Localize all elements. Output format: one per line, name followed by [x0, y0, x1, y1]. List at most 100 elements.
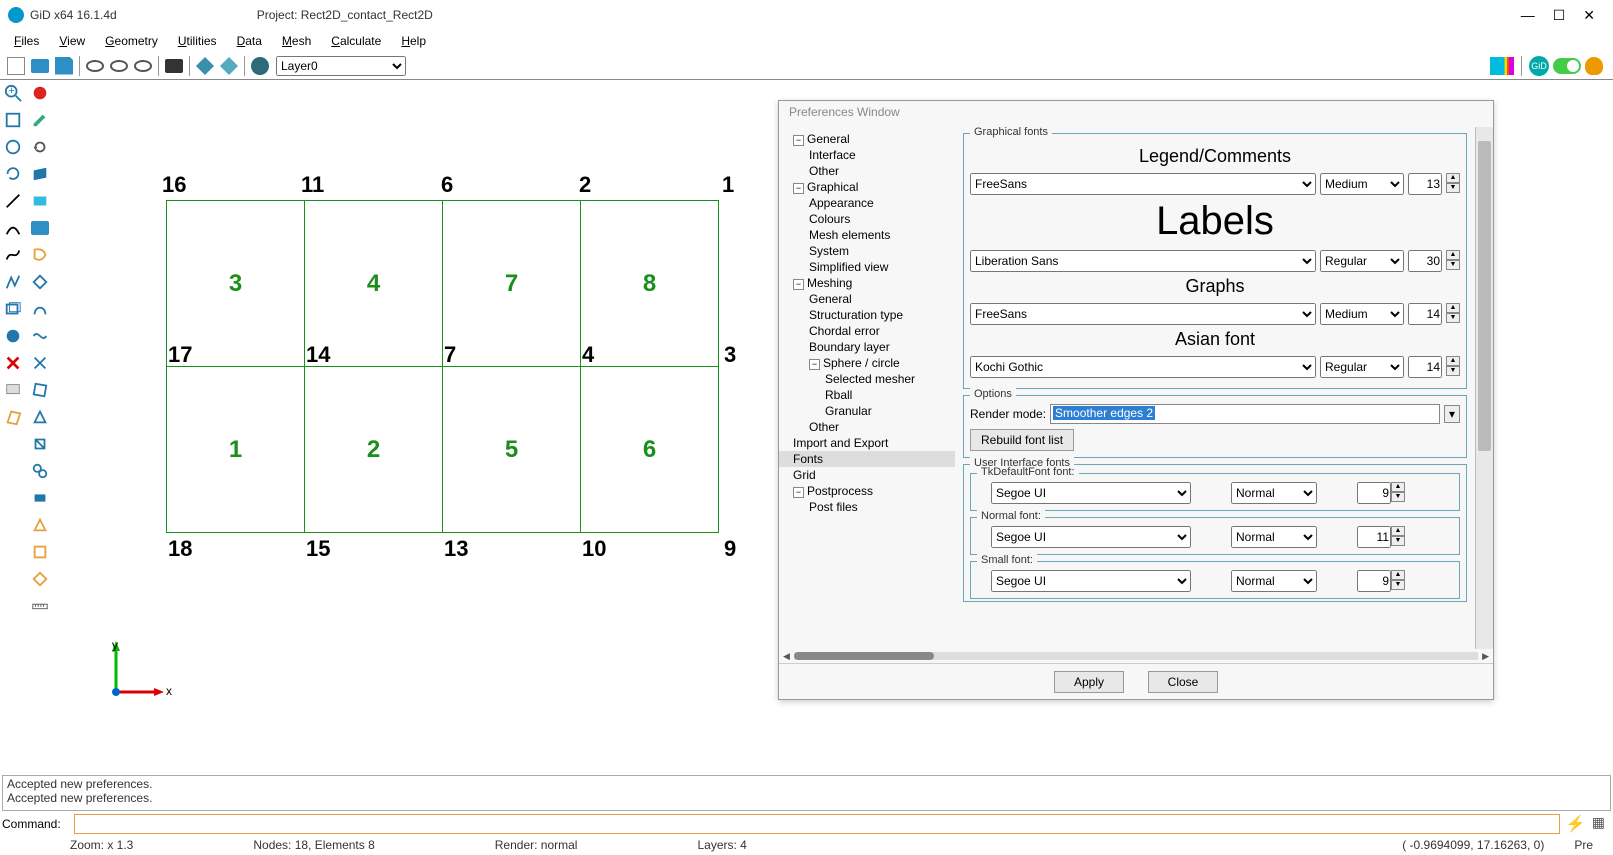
delete-icon[interactable] [1, 350, 25, 376]
close-button[interactable]: Close [1148, 671, 1218, 693]
spin-up[interactable]: ▲ [1446, 356, 1460, 366]
shape8-icon[interactable] [28, 431, 52, 457]
refresh-icon[interactable] [28, 134, 52, 160]
scroll-left-icon[interactable]: ◀ [783, 651, 790, 662]
tree-m-general[interactable]: General [779, 291, 955, 307]
record-icon[interactable] [28, 80, 52, 106]
message-log[interactable]: Accepted new preferences. Accepted new p… [2, 775, 1611, 811]
mode-toggle[interactable] [1553, 58, 1581, 74]
redo-icon[interactable] [1, 161, 25, 187]
box-icon[interactable] [1, 296, 25, 322]
menu-view[interactable]: View [51, 32, 93, 50]
small-size-input[interactable] [1357, 570, 1391, 592]
spin-down[interactable]: ▼ [1391, 492, 1405, 502]
prefs-hscrollbar[interactable]: ◀ ▶ [779, 649, 1493, 663]
zoom-in-icon[interactable]: + [1, 80, 25, 106]
tree-mesh-elements[interactable]: Mesh elements [779, 227, 955, 243]
open-file-button[interactable] [28, 54, 52, 78]
select-rect-icon[interactable] [1, 107, 25, 133]
grid-icon[interactable]: ▦ [1592, 814, 1605, 834]
graphs-weight-select[interactable]: Medium [1320, 303, 1404, 325]
view-button-1[interactable] [83, 54, 107, 78]
folder2-icon[interactable] [28, 215, 52, 241]
small-style-select[interactable]: Normal [1231, 570, 1317, 592]
arc-tool-icon[interactable] [1, 215, 25, 241]
view-button-3[interactable] [131, 54, 155, 78]
plane-icon[interactable] [28, 188, 52, 214]
tree-sphere[interactable]: −Sphere / circle [779, 355, 955, 371]
quad-icon[interactable] [1, 404, 25, 430]
menu-geometry[interactable]: Geometry [97, 32, 166, 50]
spin-up[interactable]: ▲ [1446, 250, 1460, 260]
tree-meshing[interactable]: −Meshing [779, 275, 955, 291]
spin-up[interactable]: ▲ [1446, 303, 1460, 313]
tree-system[interactable]: System [779, 243, 955, 259]
normal-style-select[interactable]: Normal [1231, 526, 1317, 548]
graphs-font-select[interactable]: FreeSans [970, 303, 1316, 325]
menu-data[interactable]: Data [229, 32, 270, 50]
tree-colours[interactable]: Colours [779, 211, 955, 227]
tree-interface[interactable]: Interface [779, 147, 955, 163]
spin-up[interactable]: ▲ [1446, 173, 1460, 183]
tkdefault-name-select[interactable]: Segoe UI [991, 482, 1191, 504]
tree-m-other[interactable]: Other [779, 419, 955, 435]
minimize-button[interactable]: — [1521, 7, 1535, 24]
ruler-icon[interactable] [28, 593, 52, 619]
shape11-icon[interactable] [28, 512, 52, 538]
tree-simplified[interactable]: Simplified view [779, 259, 955, 275]
layer-select[interactable]: Layer0 [276, 56, 406, 76]
shape6-icon[interactable] [28, 377, 52, 403]
new-file-button[interactable] [4, 54, 28, 78]
scroll-right-icon[interactable]: ▶ [1482, 651, 1489, 662]
curve-tool-icon[interactable] [1, 242, 25, 268]
sphere-icon[interactable] [1, 323, 25, 349]
spin-up[interactable]: ▲ [1391, 570, 1405, 580]
asian-size-input[interactable] [1408, 356, 1442, 378]
shape5-icon[interactable] [28, 350, 52, 376]
surface-icon[interactable] [28, 161, 52, 187]
asian-font-select[interactable]: Kochi Gothic [970, 356, 1316, 378]
spin-up[interactable]: ▲ [1391, 482, 1405, 492]
labels-size-input[interactable] [1408, 250, 1442, 272]
close-button[interactable]: ✕ [1583, 7, 1595, 24]
color-arrow-icon[interactable] [1490, 54, 1514, 78]
shape9-icon[interactable] [28, 458, 52, 484]
line-tool-icon[interactable] [1, 188, 25, 214]
small-name-select[interactable]: Segoe UI [991, 570, 1191, 592]
shape4-icon[interactable] [28, 323, 52, 349]
orbit-icon[interactable] [1, 134, 25, 160]
spin-down[interactable]: ▼ [1446, 366, 1460, 376]
tree-granular[interactable]: Granular [779, 403, 955, 419]
tree-other[interactable]: Other [779, 163, 955, 179]
tree-struct[interactable]: Structuration type [779, 307, 955, 323]
normal-size-input[interactable] [1357, 526, 1391, 548]
spin-down[interactable]: ▼ [1446, 183, 1460, 193]
render-mode-select[interactable]: Smoother edges 2 [1050, 404, 1440, 424]
tree-postfiles[interactable]: Post files [779, 499, 955, 515]
snapshot-button[interactable] [162, 54, 186, 78]
tree-graphical[interactable]: −Graphical [779, 179, 955, 195]
spin-down[interactable]: ▼ [1391, 580, 1405, 590]
cube-button-2[interactable] [217, 54, 241, 78]
spin-up[interactable]: ▲ [1391, 526, 1405, 536]
menu-files[interactable]: Files [6, 32, 47, 50]
shape3-icon[interactable] [28, 296, 52, 322]
menu-utilities[interactable]: Utilities [170, 32, 225, 50]
maximize-button[interactable]: ☐ [1553, 7, 1566, 24]
settings-button[interactable] [248, 54, 272, 78]
tkdefault-size-input[interactable] [1357, 482, 1391, 504]
legend-weight-select[interactable]: Medium [1320, 173, 1404, 195]
spin-down[interactable]: ▼ [1446, 260, 1460, 270]
pencil-icon[interactable] [28, 107, 52, 133]
spin-down[interactable]: ▼ [1391, 536, 1405, 546]
shape1-icon[interactable] [28, 242, 52, 268]
apply-button[interactable]: Apply [1054, 671, 1124, 693]
labels-weight-select[interactable]: Regular [1320, 250, 1404, 272]
legend-size-input[interactable] [1408, 173, 1442, 195]
tree-grid[interactable]: Grid [779, 467, 955, 483]
preferences-tree[interactable]: −General Interface Other −Graphical Appe… [779, 127, 955, 649]
labels-font-select[interactable]: Liberation Sans [970, 250, 1316, 272]
chevron-down-icon[interactable]: ▾ [1444, 405, 1460, 423]
save-file-button[interactable] [52, 54, 76, 78]
tree-impexp[interactable]: Import and Export [779, 435, 955, 451]
